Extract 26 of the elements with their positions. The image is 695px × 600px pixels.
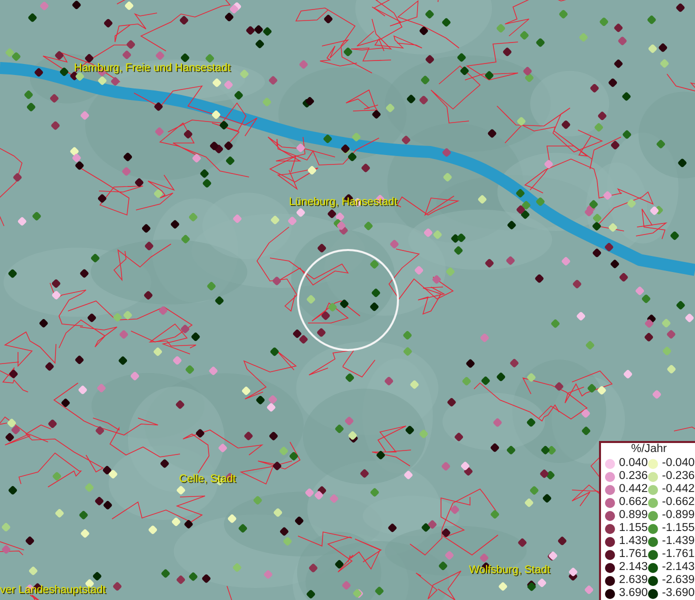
legend-label: 2.639 [619,575,648,587]
legend-label: 0.236 [619,471,648,483]
legend-label: 3.690 [619,588,648,600]
legend-label: -0.040 [662,458,695,470]
place-label: Wolfsburg, Stadt [469,565,550,576]
legend-label: 2.143 [619,562,648,574]
legend-label: -1.761 [662,549,695,561]
legend-label: -2.143 [662,562,695,574]
legend-label: -0.236 [662,471,695,483]
legend-label: -0.899 [662,510,695,522]
legend-label: 0.040 [619,458,648,470]
legend-label: 0.442 [619,484,648,496]
place-label: Celle, Stadt [179,474,236,485]
legend-label: -0.662 [662,497,695,509]
legend-title: %/Jahr [630,444,668,456]
legend-label: 1.155 [619,523,648,535]
legend-label: -1.155 [662,523,695,535]
legend-label: -3.690 [662,588,695,600]
legend-label: -2.639 [662,575,695,587]
legend-label: 1.761 [619,549,648,561]
legend-label: 1.439 [619,536,648,548]
legend-label: -1.439 [662,536,695,548]
legend-label: 0.662 [619,497,648,509]
legend-label: -0.442 [662,484,695,496]
legend-label: 0.899 [619,510,648,522]
selection-circle[interactable] [297,249,399,351]
